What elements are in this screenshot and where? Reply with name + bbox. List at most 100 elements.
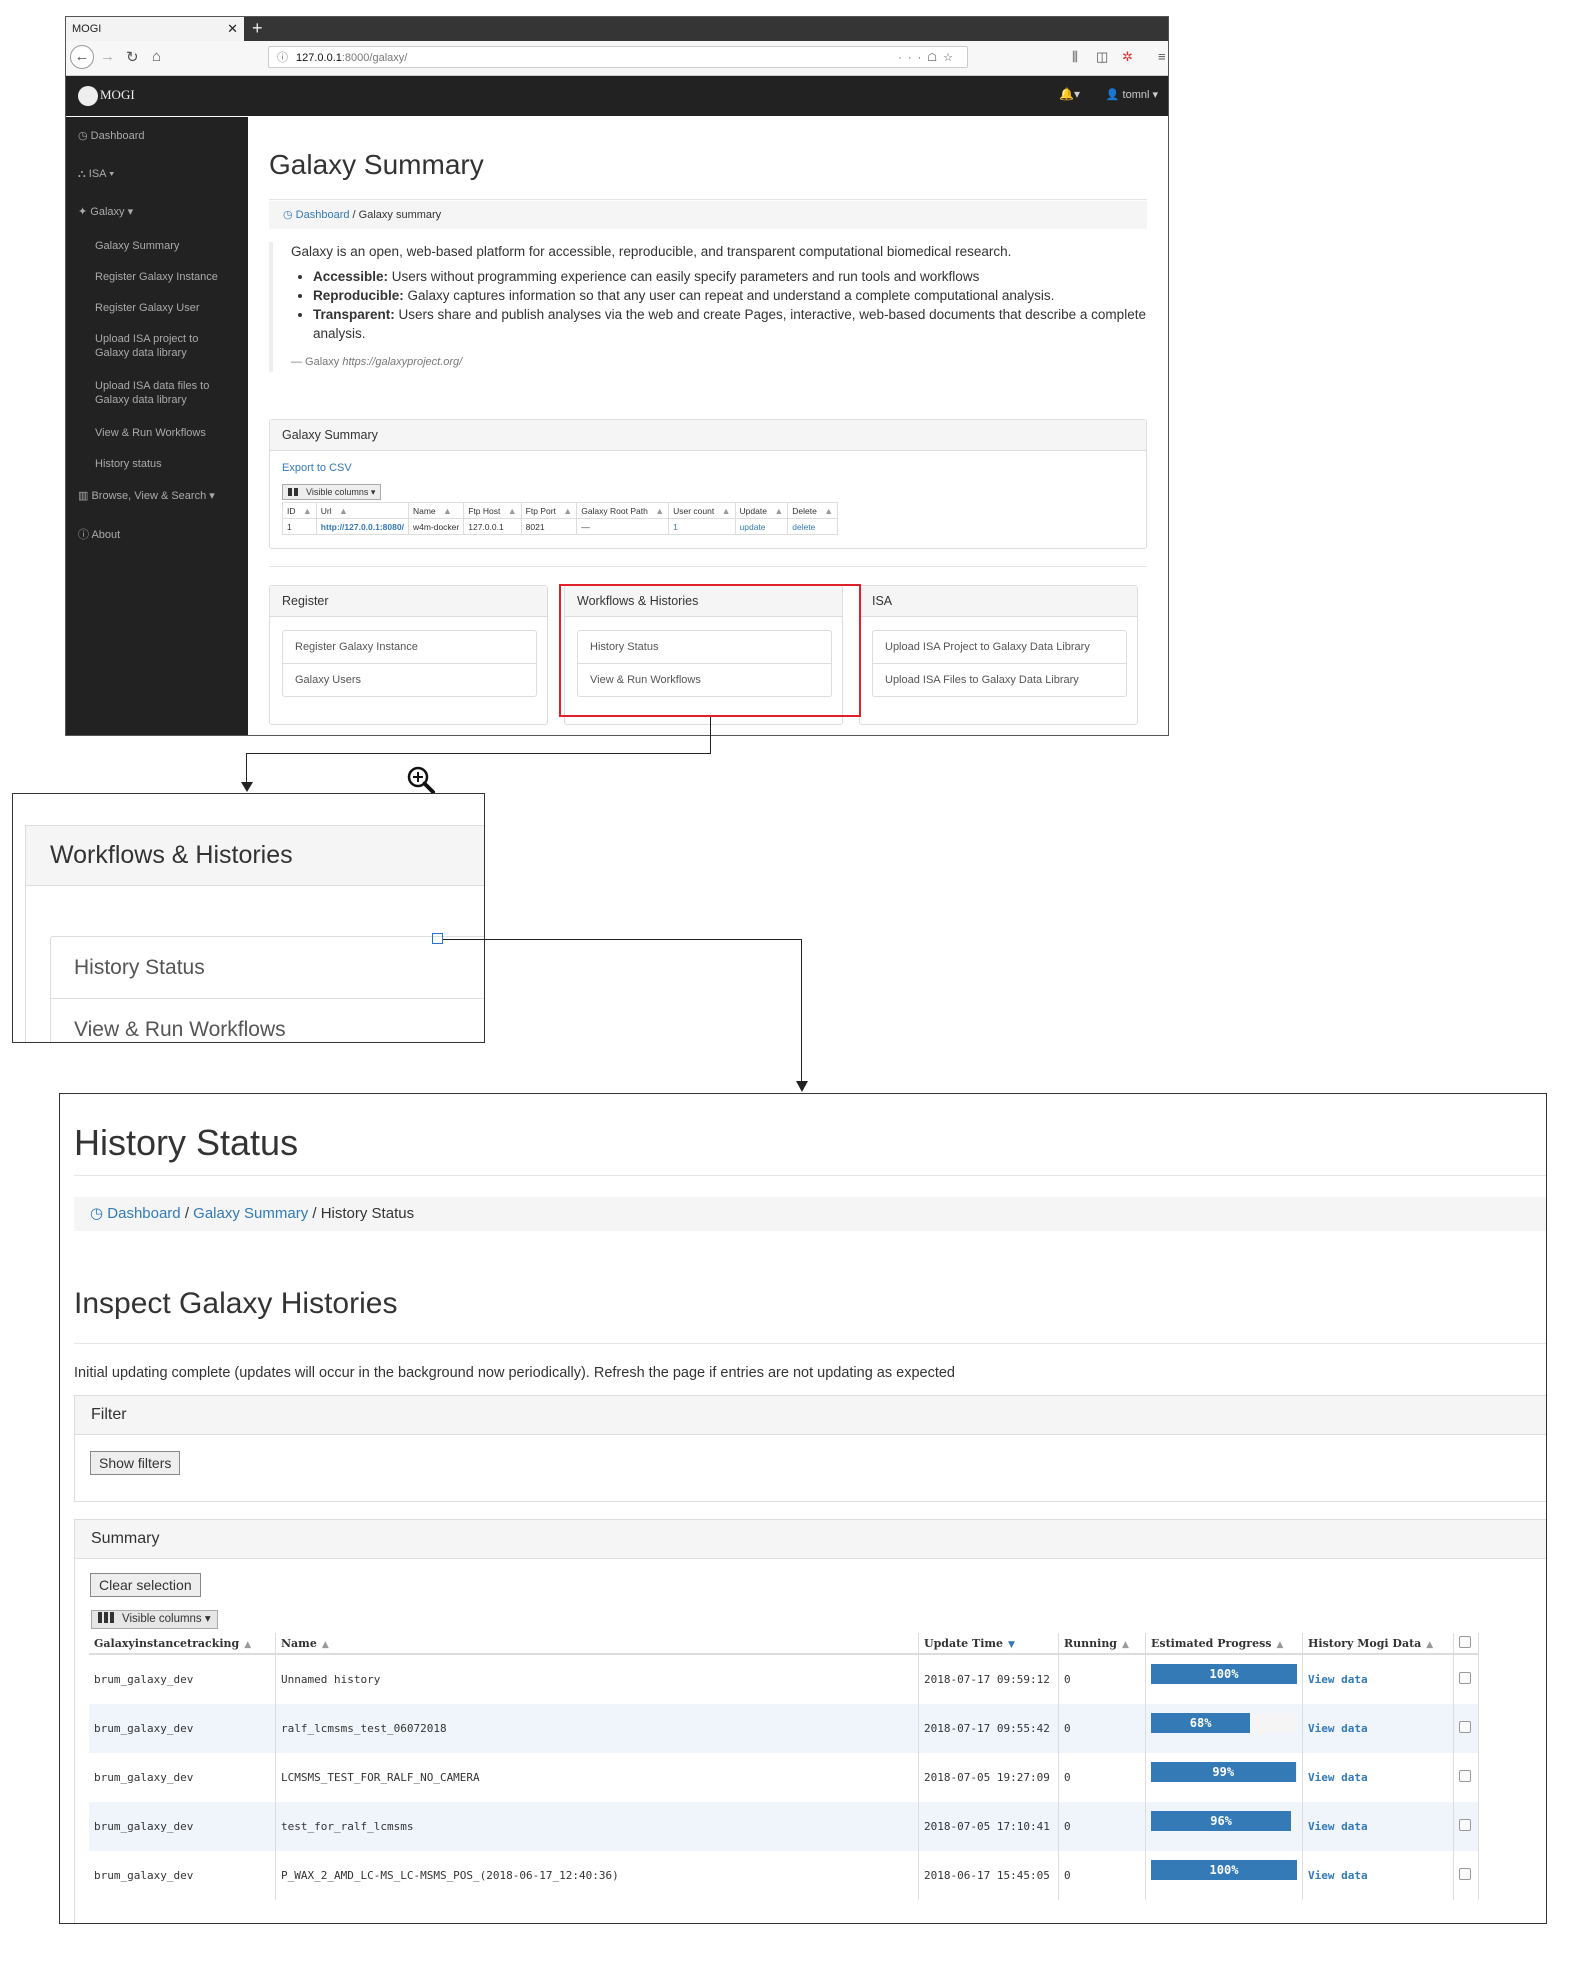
home-icon[interactable]: ⌂ xyxy=(152,48,161,65)
row-checkbox[interactable] xyxy=(1459,1721,1471,1733)
column-header[interactable]: Name ▲ xyxy=(275,1633,919,1655)
menu-icon[interactable]: ≡ xyxy=(1158,49,1166,64)
sidebar-item-workflows[interactable]: View & Run Workflows xyxy=(95,426,206,440)
show-filters-button[interactable]: Show filters xyxy=(90,1451,181,1475)
sort-icon[interactable]: ▲ xyxy=(655,506,664,516)
export-csv-link[interactable]: Export to CSV xyxy=(282,462,352,474)
sidebar-item-history-status[interactable]: History status xyxy=(95,457,162,471)
sort-icon[interactable]: ▲ xyxy=(1276,1640,1283,1650)
sidebar-item-galaxy[interactable]: ✦ Galaxy ▾ xyxy=(78,205,133,219)
sort-icon[interactable]: ▲ xyxy=(824,506,833,516)
click-target-marker xyxy=(432,933,443,944)
quote-url[interactable]: https://galaxyproject.org/ xyxy=(342,356,462,368)
reload-icon[interactable]: ↻ xyxy=(126,48,139,66)
breadcrumb-galaxy-summary-link[interactable]: Galaxy Summary xyxy=(193,1205,308,1222)
clear-selection-button[interactable]: Clear selection xyxy=(90,1573,201,1597)
view-data-link[interactable]: View data xyxy=(1308,1869,1368,1882)
sort-icon[interactable]: ▲ xyxy=(508,506,517,516)
column-header[interactable]: Galaxy Root Path ▲ xyxy=(576,502,670,519)
quote-source: — Galaxy https://galaxyproject.org/ xyxy=(291,353,1147,372)
sort-icon[interactable]: ▲ xyxy=(303,506,312,516)
view-data-link[interactable]: View data xyxy=(1308,1820,1368,1833)
address-bar[interactable]: ⓘ 127.0.0.1:8000/galaxy/ ···☖☆ xyxy=(268,46,968,68)
sort-icon[interactable]: ▲ xyxy=(774,506,783,516)
table-row: brum_galaxy_dev LCMSMS_TEST_FOR_RALF_NO_C… xyxy=(89,1753,1479,1802)
sort-icon[interactable]: ▲ xyxy=(722,506,731,516)
column-header[interactable]: ID ▲ xyxy=(282,502,317,519)
sidebar-toggle-icon[interactable]: ◫ xyxy=(1096,49,1108,65)
user-menu[interactable]: 👤 tomnl ▾ xyxy=(1106,88,1158,101)
sidebar-item-isa[interactable]: ⛬ ISA ▾ xyxy=(78,167,114,181)
column-header[interactable]: Estimated Progress ▲ xyxy=(1145,1633,1303,1655)
info-icon[interactable]: ⓘ xyxy=(277,52,288,64)
sidebar-item-upload-isa-files[interactable]: Upload ISA data files to Galaxy data lib… xyxy=(95,379,225,407)
sort-desc-icon[interactable]: ▼ xyxy=(1008,1640,1015,1650)
breadcrumb: ◷ Dashboard / Galaxy Summary / History S… xyxy=(74,1197,1546,1231)
view-data-link[interactable]: View data xyxy=(1308,1673,1368,1686)
sort-icon[interactable]: ▲ xyxy=(443,506,452,516)
cell-user-count-link[interactable]: 1 xyxy=(668,518,736,535)
sort-icon[interactable]: ▲ xyxy=(1426,1640,1433,1650)
column-header[interactable]: Url ▲ xyxy=(315,502,409,519)
forward-icon[interactable]: → xyxy=(100,48,115,65)
cell-url-link[interactable]: http://127.0.0.1:8080/ xyxy=(315,518,409,535)
row-checkbox[interactable] xyxy=(1459,1672,1471,1684)
breadcrumb-dashboard-link[interactable]: ◷ Dashboard xyxy=(90,1205,181,1222)
view-data-link[interactable]: View data xyxy=(1308,1722,1368,1735)
visible-columns-button[interactable]: Visible columns ▾ xyxy=(282,484,382,500)
row-checkbox[interactable] xyxy=(1459,1770,1471,1782)
sort-icon[interactable]: ▲ xyxy=(244,1640,251,1650)
visible-columns-button[interactable]: Visible columns ▾ xyxy=(91,1610,218,1629)
sidebar-item-about[interactable]: ⓘ About xyxy=(78,528,120,542)
divider xyxy=(74,1343,1546,1344)
browser-tab[interactable]: MOGI ✕ xyxy=(66,17,244,41)
delete-link[interactable]: delete xyxy=(787,518,839,535)
column-header[interactable]: Update Time ▼ xyxy=(918,1633,1059,1655)
new-tab-icon[interactable]: + xyxy=(252,17,263,39)
column-header[interactable]: Ftp Host ▲ xyxy=(463,502,522,519)
progress-bar: 99% xyxy=(1151,1761,1297,1782)
zoomed-history-status-link[interactable]: History Status xyxy=(51,937,484,999)
sidebar-item-galaxy-summary[interactable]: Galaxy Summary xyxy=(95,239,179,253)
column-header[interactable]: Delete ▲ xyxy=(787,502,839,519)
upload-isa-files-link[interactable]: Upload ISA Files to Galaxy Data Library xyxy=(873,664,1126,696)
column-header[interactable]: Name ▲ xyxy=(407,502,465,519)
sort-icon[interactable]: ▲ xyxy=(1122,1640,1129,1650)
column-header[interactable]: Galaxyinstancetracking ▲ xyxy=(89,1633,276,1655)
sidebar-item-dashboard[interactable]: ◷ Dashboard xyxy=(78,129,144,143)
view-data-link[interactable]: View data xyxy=(1308,1771,1368,1784)
select-all-checkbox[interactable] xyxy=(1459,1635,1471,1648)
galaxy-users-link[interactable]: Galaxy Users xyxy=(283,664,536,696)
tab-title: MOGI xyxy=(72,23,102,35)
column-header[interactable]: History Mogi Data ▲ xyxy=(1302,1633,1454,1655)
breadcrumb-dashboard-link[interactable]: ◷ Dashboard xyxy=(283,209,349,221)
sort-icon[interactable]: ▲ xyxy=(563,506,572,516)
app-brand[interactable]: MOGI xyxy=(78,86,135,106)
column-header[interactable]: User count ▲ xyxy=(668,502,736,519)
update-link[interactable]: update xyxy=(734,518,789,535)
library-icon[interactable]: ⫼ xyxy=(1072,49,1078,65)
column-header[interactable]: Ftp Port ▲ xyxy=(520,502,578,519)
sort-icon[interactable]: ▲ xyxy=(322,1640,329,1650)
sidebar-item-register-instance[interactable]: Register Galaxy Instance xyxy=(95,270,218,284)
sidebar-item-register-user[interactable]: Register Galaxy User xyxy=(95,301,200,315)
sort-icon[interactable]: ▲ xyxy=(339,506,348,516)
bell-icon[interactable]: 🔔▾ xyxy=(1059,87,1080,101)
sidebar-label: View & Run Workflows xyxy=(95,427,206,439)
connector-line xyxy=(246,753,247,783)
back-icon[interactable]: ← xyxy=(70,45,94,69)
zoomed-view-run-workflows-link[interactable]: View & Run Workflows xyxy=(51,999,484,1042)
upload-isa-project-link[interactable]: Upload ISA Project to Galaxy Data Librar… xyxy=(873,631,1126,664)
column-header[interactable]: Running ▲ xyxy=(1058,1633,1146,1655)
sidebar-item-upload-isa-project[interactable]: Upload ISA project to Galaxy data librar… xyxy=(95,332,225,360)
cell-ftp-port: 8021 xyxy=(520,518,578,535)
register-instance-link[interactable]: Register Galaxy Instance xyxy=(283,631,536,664)
row-checkbox[interactable] xyxy=(1459,1868,1471,1880)
row-checkbox[interactable] xyxy=(1459,1819,1471,1831)
column-header[interactable]: Update ▲ xyxy=(734,502,789,519)
close-tab-icon[interactable]: ✕ xyxy=(227,17,238,41)
extension-icon[interactable]: ✲ xyxy=(1122,49,1133,65)
sidebar-item-browse[interactable]: ▥ Browse, View & Search ▾ xyxy=(78,489,215,503)
page-actions-icon[interactable]: ···☖☆ xyxy=(898,47,959,69)
select-all-header[interactable] xyxy=(1453,1633,1479,1655)
